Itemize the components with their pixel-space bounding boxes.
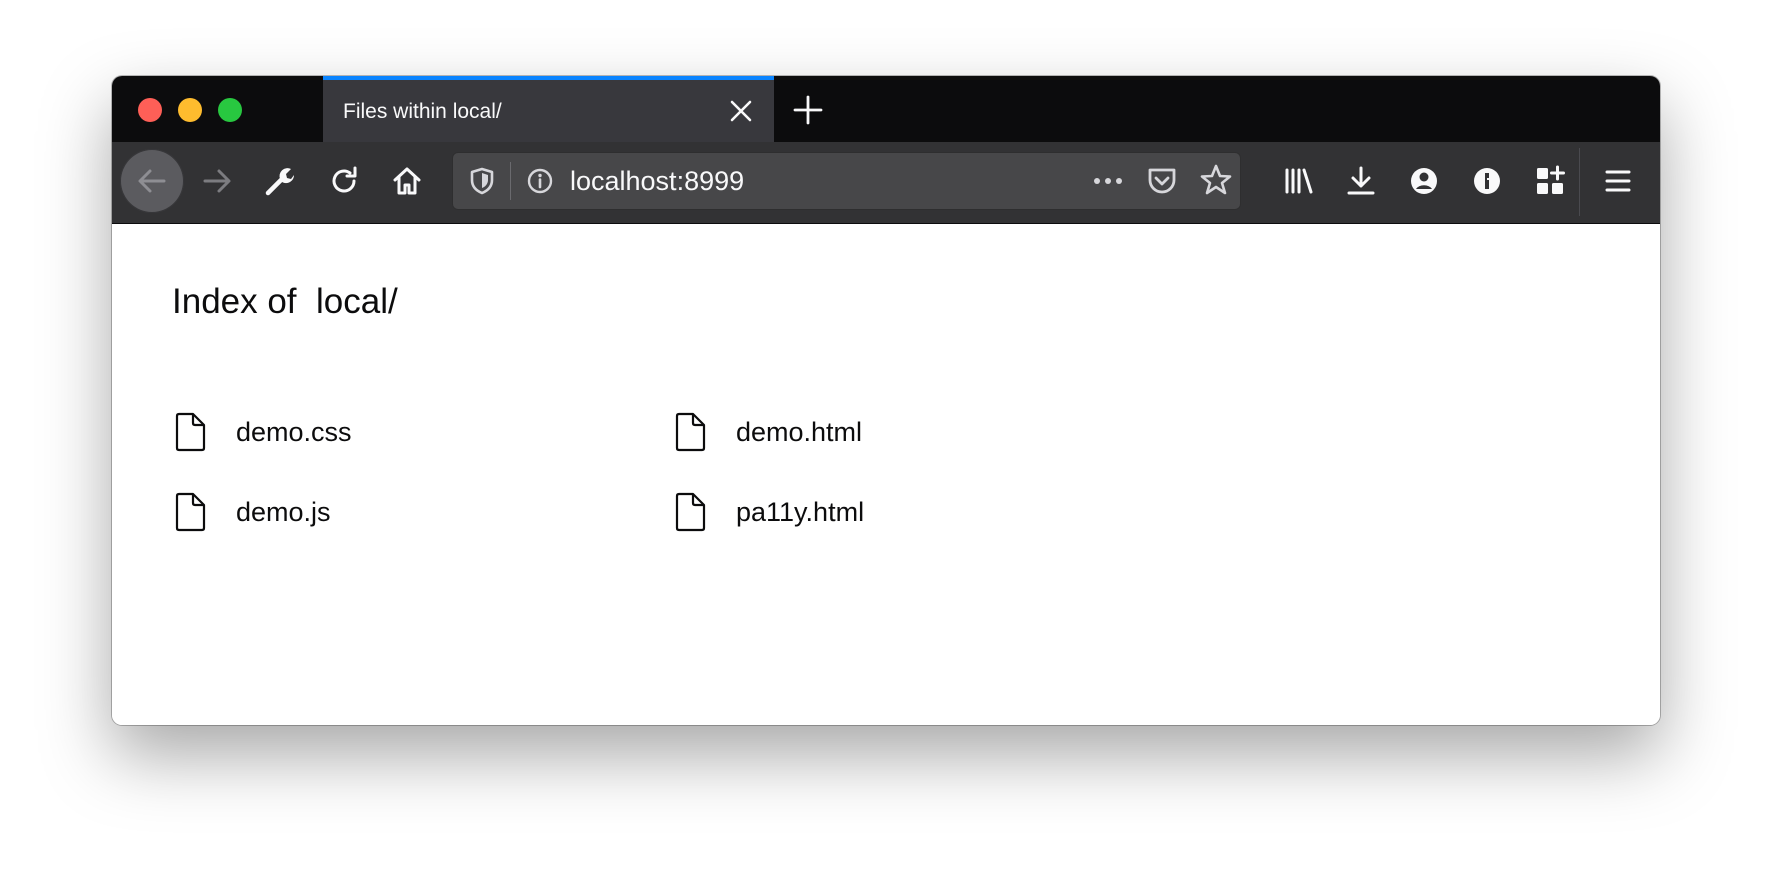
file-link-demo-js[interactable]: demo.js (172, 490, 612, 534)
file-link-pa11y-html[interactable]: pa11y.html (672, 490, 1112, 534)
download-icon[interactable] (1339, 159, 1383, 203)
reload-icon[interactable] (322, 159, 366, 203)
file-name[interactable]: demo.js (236, 497, 331, 528)
extensions-icon[interactable] (1528, 159, 1572, 203)
home-icon[interactable] (385, 159, 429, 203)
close-icon[interactable] (728, 98, 754, 124)
file-icon (672, 491, 708, 533)
tab-active[interactable]: Files within local/ (323, 76, 774, 142)
plus-icon[interactable] (792, 94, 824, 126)
window-close-button[interactable] (138, 98, 162, 122)
password-icon[interactable] (1465, 159, 1509, 203)
info-icon[interactable] (518, 159, 562, 203)
account-icon[interactable] (1402, 159, 1446, 203)
file-icon (172, 411, 208, 453)
tab-strip: Files within local/ (112, 76, 1660, 142)
back-icon[interactable] (120, 149, 184, 213)
navigation-toolbar: localhost:8999 (112, 142, 1660, 224)
file-link-demo-html[interactable]: demo.html (672, 410, 1112, 454)
browser-window: Files within local/ localhost:8999 Index… (112, 76, 1660, 725)
forward-icon[interactable] (195, 159, 239, 203)
page-title: Index of local/ (172, 282, 398, 321)
file-name[interactable]: pa11y.html (736, 497, 864, 528)
url-separator (510, 162, 511, 200)
menu-icon[interactable] (1596, 159, 1640, 203)
url-bar[interactable]: localhost:8999 (452, 152, 1241, 210)
star-icon[interactable] (1194, 158, 1238, 202)
window-zoom-button[interactable] (218, 98, 242, 122)
shield-icon[interactable] (460, 159, 504, 203)
file-icon (672, 411, 708, 453)
library-icon[interactable] (1276, 159, 1320, 203)
page-content: Index of local/ demo.css demo.html demo.… (112, 224, 1660, 725)
pocket-icon[interactable] (1140, 159, 1184, 203)
more-icon[interactable] (1086, 159, 1130, 203)
file-name[interactable]: demo.css (236, 417, 352, 448)
wrench-icon[interactable] (258, 159, 302, 203)
file-link-demo-css[interactable]: demo.css (172, 410, 612, 454)
file-name[interactable]: demo.html (736, 417, 862, 448)
window-minimize-button[interactable] (178, 98, 202, 122)
toolbar-separator (1579, 148, 1580, 216)
desktop-background: Files within local/ localhost:8999 Index… (0, 0, 1772, 874)
url-text[interactable]: localhost:8999 (570, 166, 744, 197)
tab-title: Files within local/ (343, 100, 502, 123)
file-icon (172, 491, 208, 533)
